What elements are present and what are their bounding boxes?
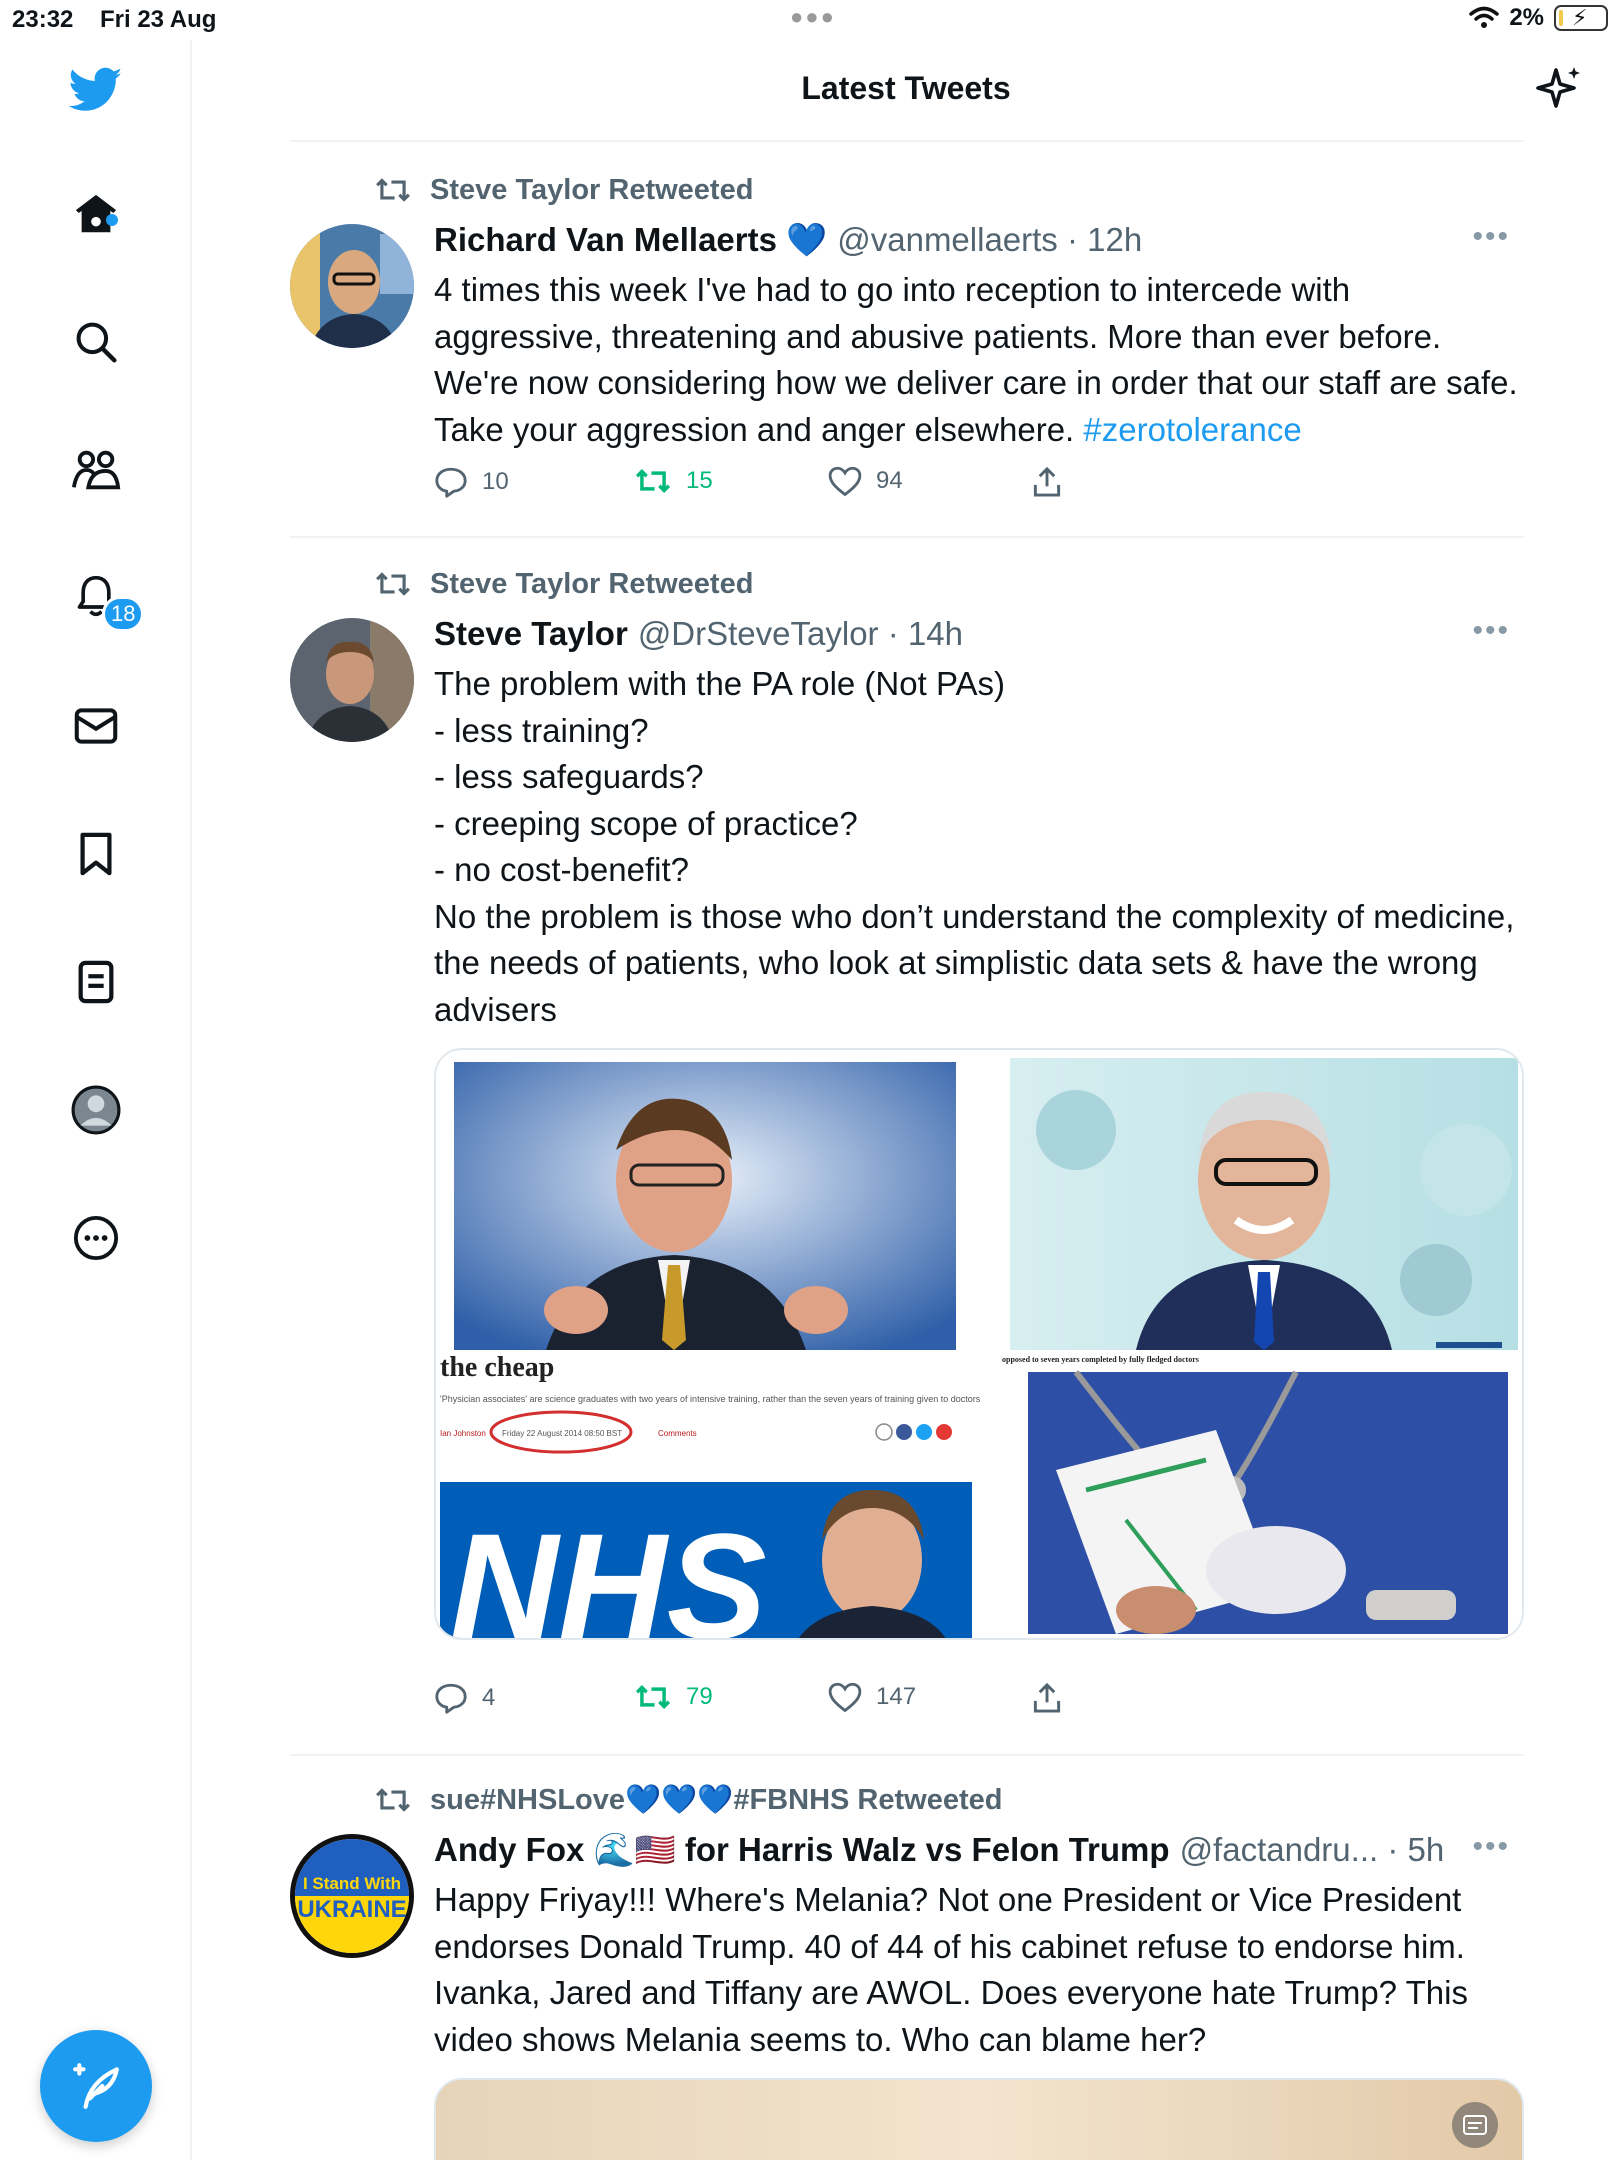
- media-caption: 'Physician associates' are science gradu…: [440, 1394, 981, 1404]
- retweet-context: sue#NHSLove💙💙💙#FBNHS Retweeted: [374, 1780, 1002, 1820]
- tweet-author-line: Andy Fox 🌊🇺🇸 for Harris Walz vs Felon Tr…: [434, 1828, 1444, 1872]
- author-handle[interactable]: @DrSteveTaylor · 14h: [638, 615, 963, 653]
- status-date: Fri 23 Aug: [100, 6, 217, 33]
- media-author: Ian Johnston: [440, 1429, 486, 1438]
- author-name[interactable]: Richard Van Mellaerts 💙: [434, 221, 827, 260]
- tweet-text-content: 4 times this week I've had to go into re…: [434, 271, 1527, 448]
- timeline-header: Latest Tweets: [192, 40, 1620, 140]
- tweet-video-preview[interactable]: [434, 2078, 1524, 2160]
- retweet-count: 15: [686, 467, 713, 494]
- messages-envelope-icon[interactable]: [66, 696, 126, 756]
- media-nhs-logo: NHS: [450, 1502, 767, 1640]
- heart-icon: [828, 466, 862, 496]
- reply-icon: [435, 467, 467, 498]
- status-time: 23:32: [12, 6, 74, 33]
- page-title: Latest Tweets: [801, 70, 1011, 106]
- avatar[interactable]: [290, 618, 414, 742]
- notification-count-badge: 18: [102, 596, 145, 632]
- like-count: 94: [876, 467, 903, 494]
- home-new-indicator: [106, 214, 118, 226]
- status-bar: 23:32 Fri 23 Aug ●●● 2% ⚡: [0, 0, 1620, 40]
- retweet-icon: [376, 572, 410, 596]
- reply-button[interactable]: 10: [434, 466, 509, 498]
- profile-avatar-icon[interactable]: [66, 1080, 126, 1140]
- media-comments: Comments: [658, 1429, 697, 1438]
- reply-count: 10: [482, 468, 509, 495]
- author-handle[interactable]: @factandru... · 5h: [1180, 1831, 1445, 1869]
- retweeted-by[interactable]: Steve Taylor Retweeted: [430, 174, 753, 207]
- lists-icon[interactable]: [66, 952, 126, 1012]
- more-options-icon[interactable]: [66, 1208, 126, 1268]
- media-strip-text: opposed to seven years completed by full…: [1002, 1355, 1199, 1364]
- tweet-text: Happy Friyay!!! Where's Melania? Not one…: [434, 1881, 1478, 2058]
- retweet-icon: [376, 178, 410, 202]
- compose-feather-icon: [73, 2063, 119, 2109]
- tweet-media-grid[interactable]: the cheap 'Physician associates' are sci…: [434, 1048, 1524, 1640]
- tweet-media-image[interactable]: the cheap 'Physician associates' are sci…: [436, 1050, 1524, 1640]
- retweet-icon: [376, 1788, 410, 1812]
- tweet[interactable]: sue#NHSLove💙💙💙#FBNHS Retweeted I Stand W…: [290, 1754, 1524, 2160]
- search-icon[interactable]: [66, 312, 126, 372]
- home-icon[interactable]: [66, 184, 126, 244]
- tweet-author-line: Steve Taylor @DrSteveTaylor · 14h: [434, 612, 963, 656]
- compose-tweet-button[interactable]: [40, 2030, 152, 2142]
- bookmarks-icon[interactable]: [66, 824, 126, 884]
- reply-icon: [435, 1683, 467, 1714]
- tweet-more-icon[interactable]: •••: [1472, 1830, 1510, 1864]
- communities-icon[interactable]: [66, 440, 126, 500]
- battery-percent: 2%: [1509, 4, 1544, 31]
- author-name[interactable]: Andy Fox 🌊🇺🇸 for Harris Walz vs Felon Tr…: [434, 1831, 1170, 1870]
- tweet[interactable]: Steve Taylor Retweeted Richard Van Mella…: [290, 140, 1524, 536]
- avatar-text-bottom: UKRAINE: [297, 1896, 406, 1923]
- avatar[interactable]: [290, 224, 414, 348]
- retweeted-by[interactable]: Steve Taylor Retweeted: [430, 568, 753, 601]
- retweeted-by[interactable]: sue#NHSLove💙💙💙#FBNHS Retweeted: [430, 1783, 1002, 1817]
- retweet-button[interactable]: 15: [634, 466, 713, 496]
- retweet-count: 79: [686, 1683, 713, 1710]
- share-icon: [1033, 466, 1061, 497]
- retweet-icon: [635, 469, 671, 493]
- media-headline: the cheap: [440, 1352, 554, 1383]
- hashtag-link[interactable]: #zerotolerance: [1083, 411, 1301, 448]
- tweet-author-line: Richard Van Mellaerts 💙 @vanmellaerts · …: [434, 218, 1142, 262]
- reply-button[interactable]: 4: [434, 1682, 495, 1714]
- status-right: 2% ⚡: [1469, 4, 1608, 32]
- retweet-icon: [635, 1685, 671, 1709]
- tweet-actions: 10 15 94: [434, 466, 1134, 506]
- battery-icon: ⚡: [1554, 5, 1608, 31]
- sidebar: 18: [0, 40, 192, 2160]
- avatar[interactable]: I Stand With UKRAINE: [290, 1834, 414, 1958]
- tweet[interactable]: Steve Taylor Retweeted Steve Taylor @DrS…: [290, 536, 1524, 1754]
- share-button[interactable]: [1032, 1682, 1062, 1714]
- tweet-actions: 4 79 147: [434, 1682, 1134, 1722]
- tweet-more-icon[interactable]: •••: [1472, 220, 1510, 254]
- heart-icon: [828, 1682, 862, 1712]
- retweet-context: Steve Taylor Retweeted: [374, 170, 753, 210]
- author-handle[interactable]: @vanmellaerts · 12h: [837, 221, 1142, 259]
- retweet-context: Steve Taylor Retweeted: [374, 564, 753, 604]
- author-name[interactable]: Steve Taylor: [434, 615, 628, 653]
- avatar-text-top: I Stand With: [303, 1874, 401, 1893]
- media-date: Friday 22 August 2014 08:50 BST: [502, 1429, 622, 1438]
- like-count: 147: [876, 1683, 917, 1710]
- twitter-logo-icon[interactable]: [66, 60, 126, 120]
- share-icon: [1033, 1682, 1061, 1713]
- tweet-text: 4 times this week I've had to go into re…: [434, 267, 1524, 453]
- tweet-more-icon[interactable]: •••: [1472, 614, 1510, 648]
- tweet-text: The problem with the PA role (Not PAs) -…: [434, 665, 1515, 1028]
- retweet-button[interactable]: 79: [634, 1682, 713, 1712]
- wifi-icon: [1469, 6, 1500, 28]
- reply-count: 4: [482, 1684, 496, 1711]
- multitasking-dots-icon[interactable]: ●●●: [790, 4, 836, 30]
- share-button[interactable]: [1032, 466, 1062, 498]
- like-button[interactable]: 147: [828, 1682, 916, 1712]
- sparkle-timeline-toggle-icon[interactable]: [1536, 64, 1584, 112]
- like-button[interactable]: 94: [828, 466, 903, 496]
- video-caption-icon[interactable]: [1452, 2102, 1498, 2148]
